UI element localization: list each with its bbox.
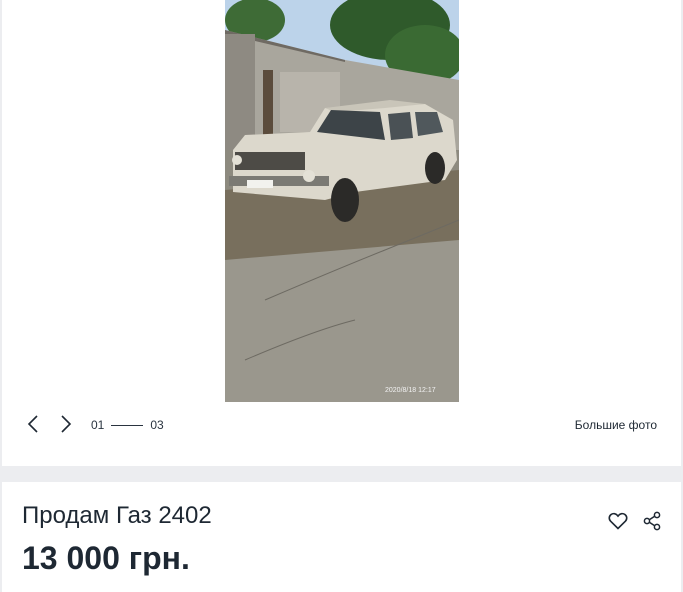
- chevron-left-icon: [27, 415, 38, 433]
- listing-photo[interactable]: 2020/8/18 12:17: [225, 0, 459, 402]
- photo-timestamp: 2020/8/18 12:17: [385, 387, 436, 394]
- heart-icon: [608, 512, 628, 530]
- chevron-right-icon: [61, 415, 72, 433]
- share-button[interactable]: [641, 510, 663, 532]
- photo-counter-current: 01: [91, 418, 105, 432]
- listing-title: Продам Газ 2402: [22, 502, 212, 529]
- prev-photo-button[interactable]: [23, 414, 43, 434]
- gallery-controls: 01 03 Большие фото: [2, 410, 681, 440]
- photo-gallery: 2020/8/18 12:17 01 03 Большие фото: [2, 0, 681, 466]
- photo-counter-total: 03: [150, 418, 164, 432]
- listing-price: 13 000 грн.: [22, 540, 190, 576]
- listing-info-card: Продам Газ 2402 13 000 грн.: [2, 482, 681, 592]
- more-photos-link[interactable]: Большие фото: [575, 418, 657, 432]
- photo-counter: 01 03: [91, 418, 164, 432]
- photo-counter-divider: [111, 424, 144, 426]
- share-icon: [643, 511, 661, 531]
- next-photo-button[interactable]: [56, 414, 76, 434]
- favorite-button[interactable]: [607, 510, 629, 532]
